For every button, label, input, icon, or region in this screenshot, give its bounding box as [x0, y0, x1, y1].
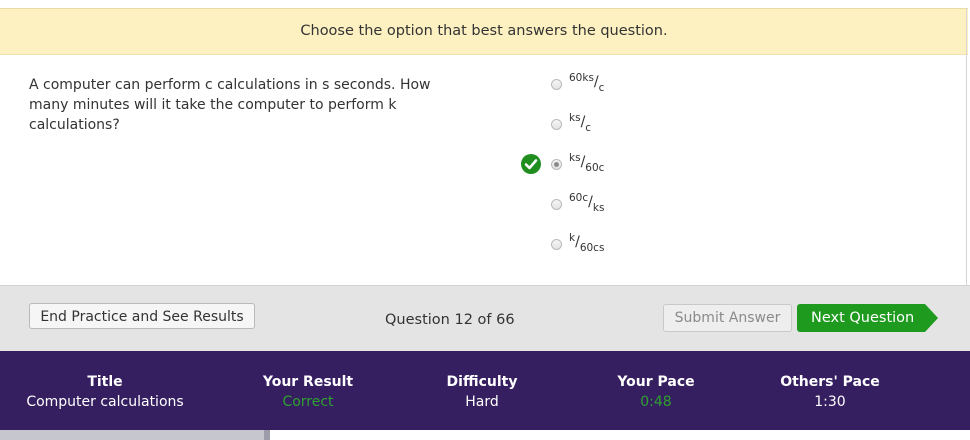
- stat-value: 0:48: [640, 394, 672, 410]
- choice-fraction: ks/c: [569, 112, 592, 134]
- bottom-panel: [0, 430, 270, 440]
- stat-header: Your Pace: [617, 374, 695, 390]
- answer-choice-1[interactable]: 60ks/c: [551, 71, 604, 97]
- radio-button[interactable]: [551, 238, 562, 250]
- choice-fraction: 60ks/c: [569, 72, 605, 94]
- radio-button[interactable]: [551, 118, 562, 130]
- stat-your-pace: Your Pace 0:48: [591, 372, 721, 412]
- stat-header: Difficulty: [446, 374, 518, 390]
- fraction-denominator: ks: [592, 202, 605, 214]
- action-footer: End Practice and See Results Question 12…: [0, 285, 970, 352]
- stat-header: Others' Pace: [780, 374, 880, 390]
- question-text: A computer can perform c calculations in…: [29, 77, 431, 133]
- answer-choice-2[interactable]: ks/c: [551, 111, 591, 137]
- bottom-panel-edge: [264, 430, 270, 440]
- stat-header: Title: [87, 374, 123, 390]
- fraction-denominator: c: [585, 122, 592, 134]
- fraction-denominator: 60c: [585, 162, 605, 174]
- stat-value: Computer calculations: [26, 394, 184, 410]
- stat-title: Title Computer calculations: [20, 372, 190, 412]
- stat-header: Your Result: [262, 374, 354, 390]
- fraction-numerator: 60c: [569, 192, 589, 204]
- stat-result: Your Result Correct: [243, 372, 373, 412]
- stat-value: 1:30: [814, 394, 846, 410]
- stats-bar: Title Computer calculations Your Result …: [0, 351, 970, 430]
- fraction-numerator: k: [569, 232, 576, 244]
- correct-check-icon: [521, 154, 541, 174]
- radio-button-selected[interactable]: [551, 158, 562, 170]
- stat-value: Correct: [282, 394, 334, 410]
- instruction-banner: Choose the option that best answers the …: [0, 8, 968, 55]
- stat-difficulty: Difficulty Hard: [417, 372, 547, 412]
- fraction-denominator: c: [598, 82, 605, 94]
- answer-choice-3[interactable]: ks/60c: [551, 151, 604, 177]
- question-counter: Question 12 of 66: [385, 312, 515, 328]
- answer-choice-4[interactable]: 60c/ks: [551, 191, 604, 217]
- choice-fraction: k/60cs: [569, 232, 605, 254]
- stat-value: Hard: [465, 394, 499, 410]
- fraction-numerator: ks: [569, 152, 581, 164]
- content-border: [966, 8, 967, 288]
- choice-fraction: ks/60c: [569, 152, 605, 174]
- fraction-denominator: 60cs: [579, 242, 605, 254]
- stat-others-pace: Others' Pace 1:30: [765, 372, 895, 412]
- radio-button[interactable]: [551, 78, 562, 90]
- radio-button[interactable]: [551, 198, 562, 210]
- answer-choice-5[interactable]: k/60cs: [551, 231, 604, 257]
- choice-fraction: 60c/ks: [569, 192, 605, 214]
- end-practice-button[interactable]: End Practice and See Results: [29, 303, 255, 329]
- next-question-button[interactable]: Next Question: [797, 304, 938, 332]
- fraction-numerator: ks: [569, 112, 581, 124]
- submit-answer-button[interactable]: Submit Answer: [663, 304, 792, 332]
- fraction-numerator: 60ks: [569, 72, 594, 84]
